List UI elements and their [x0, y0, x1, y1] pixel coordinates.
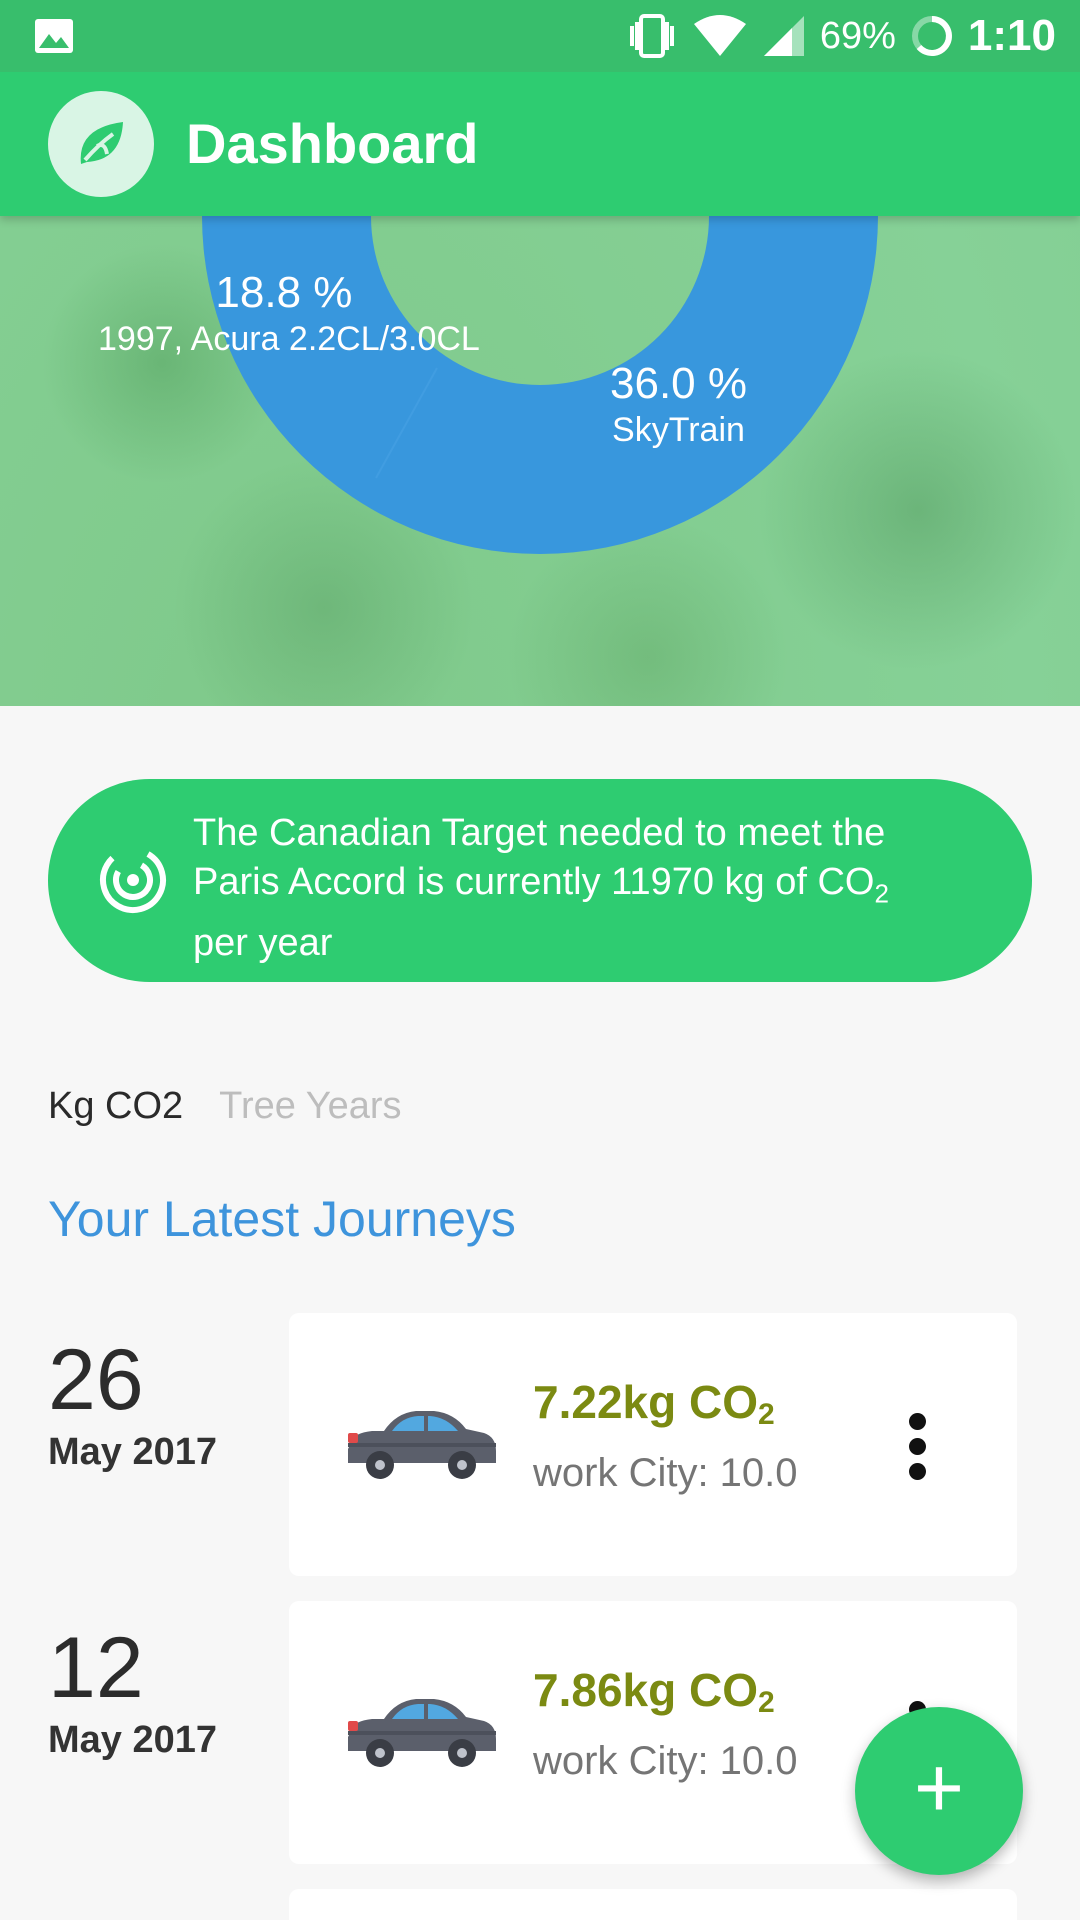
journey-month: May 2017 [48, 1431, 218, 1473]
slice-name: SkyTrain [612, 411, 745, 449]
journey-card[interactable]: 7.22kg CO2 work City: 10.0 [289, 1313, 1017, 1576]
journey-description: work City: 10.0 [533, 1451, 798, 1495]
target-text: The Canadian Target needed to meet the P… [193, 812, 889, 964]
vibrate-icon [629, 14, 674, 58]
journey-description: work City: 10.0 [533, 1739, 798, 1783]
leaf-icon [80, 122, 123, 164]
add-journey-button[interactable]: + [855, 1707, 1023, 1875]
target-banner[interactable]: The Canadian Target needed to meet the P… [48, 779, 1032, 982]
journey-co2-amount: 7.86kg CO2 [533, 1664, 775, 1719]
image-icon [35, 19, 73, 53]
battery-icon [911, 16, 952, 56]
journey-day: 26 [48, 1332, 144, 1428]
clock: 1:10 [967, 11, 1056, 60]
slice-percent: 18.8 % [215, 268, 353, 317]
tab-tree-years[interactable]: Tree Years [219, 1085, 401, 1128]
journey-co2-amount: 7.22kg CO2 [533, 1376, 775, 1431]
chart-header: 18.8 % 1997, Acura 2.2CL/3.0CL 36.0 % Sk… [0, 216, 1080, 706]
car-icon [348, 1411, 496, 1479]
page-title: Dashboard [186, 112, 479, 175]
journey-month: May 2017 [48, 1719, 218, 1761]
app-logo[interactable] [48, 91, 154, 197]
more-options-icon[interactable] [907, 1413, 927, 1483]
signal-icon [763, 16, 804, 56]
slice-percent: 36.0 % [610, 359, 747, 408]
slice-label-acura: 18.8 % 1997, Acura 2.2CL/3.0CL [98, 268, 480, 359]
journey-card[interactable] [289, 1889, 1017, 1920]
target-icon [100, 847, 166, 913]
slice-label-skytrain: 36.0 % SkyTrain [610, 359, 747, 450]
wifi-icon [693, 15, 746, 56]
donut-ring [202, 216, 878, 554]
unit-tabs: Kg CO2 Tree Years [48, 1085, 402, 1128]
journey-date: 26 May 2017 [48, 1335, 217, 1474]
app-bar: Dashboard [0, 72, 1080, 216]
status-icons: 69% 1:10 [626, 0, 1056, 72]
car-icon [348, 1699, 496, 1767]
journey-date: 12 May 2017 [48, 1623, 217, 1762]
tab-kg-co2[interactable]: Kg CO2 [48, 1085, 183, 1128]
slice-name: 1997, Acura 2.2CL/3.0CL [98, 320, 480, 358]
status-bar: 69% 1:10 [0, 0, 1080, 72]
battery-percent: 69% [819, 14, 896, 57]
section-title: Your Latest Journeys [48, 1191, 516, 1247]
app-screen: 69% 1:10 Dashboard 18.8 % 1997, Acura 2.… [0, 0, 1080, 1920]
journey-day: 12 [48, 1620, 144, 1716]
